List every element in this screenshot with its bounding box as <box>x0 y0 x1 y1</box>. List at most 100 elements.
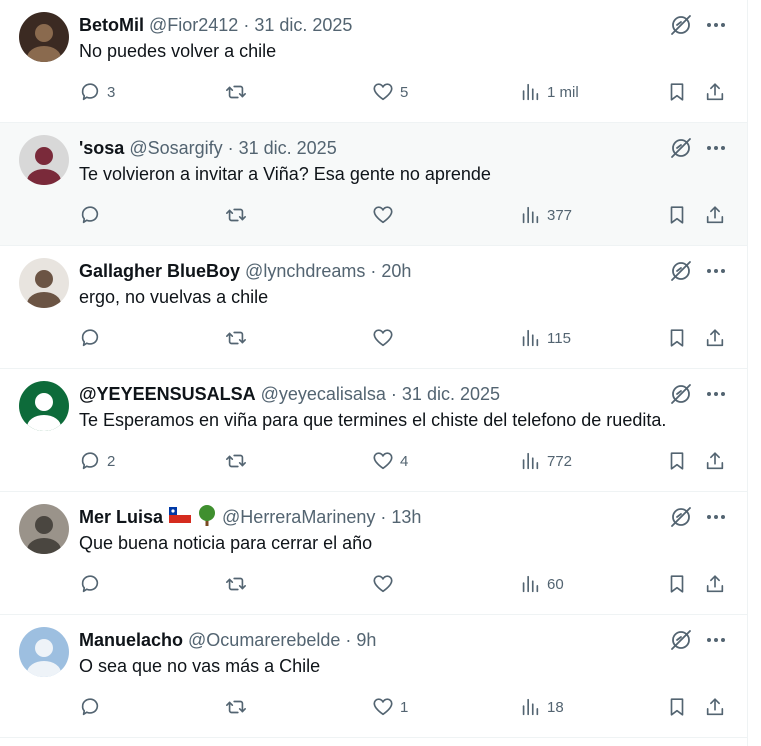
tweet-actions: 60 <box>79 572 739 596</box>
retweet-icon <box>226 700 246 714</box>
tweet[interactable]: BetoMil @Fior2412 · 31 dic. 2025 No pued… <box>0 0 747 123</box>
tweet-text: Te volvieron a invitar a Viña? Esa gente… <box>79 164 491 184</box>
grok-icon[interactable] <box>669 628 693 652</box>
user-handle[interactable]: @Fior2412 <box>149 15 238 36</box>
user-handle[interactable]: @Ocumarerebelde <box>188 630 340 651</box>
like-count: 1 <box>400 698 409 716</box>
more-icon[interactable] <box>704 382 728 406</box>
tweet-date[interactable]: 9h <box>356 630 376 651</box>
reply-button[interactable] <box>79 203 107 227</box>
tweet[interactable]: 'sosa @Sosargify · 31 dic. 2025 Te volvi… <box>0 123 747 246</box>
grok-icon[interactable] <box>669 13 693 37</box>
reply-icon <box>81 452 99 470</box>
like-button[interactable]: 4 <box>372 449 408 473</box>
like-button[interactable]: 1 <box>372 695 408 719</box>
grok-icon[interactable] <box>669 382 693 406</box>
avatar[interactable] <box>19 258 69 308</box>
share-button[interactable] <box>704 572 726 596</box>
bookmark-icon <box>670 206 684 224</box>
bookmark-icon <box>670 329 684 347</box>
display-name[interactable]: Gallagher BlueBoy <box>79 261 240 282</box>
reply-button[interactable] <box>79 695 107 719</box>
bookmark-button[interactable] <box>666 203 688 227</box>
tweet-date[interactable]: 31 dic. 2025 <box>239 138 337 159</box>
share-icon <box>706 698 724 716</box>
share-button[interactable] <box>704 326 726 350</box>
tweet-date[interactable]: 13h <box>391 507 421 528</box>
avatar[interactable] <box>19 135 69 185</box>
share-icon <box>706 329 724 347</box>
views-button[interactable]: 772 <box>519 449 572 473</box>
retweet-button[interactable] <box>225 203 253 227</box>
more-icon[interactable] <box>704 259 728 283</box>
bookmark-button[interactable] <box>666 80 688 104</box>
display-name[interactable]: BetoMil <box>79 15 144 36</box>
bookmark-button[interactable] <box>666 572 688 596</box>
retweet-button[interactable] <box>225 449 253 473</box>
views-button[interactable]: 60 <box>519 572 564 596</box>
tweet-date[interactable]: 20h <box>381 261 411 282</box>
bookmark-button[interactable] <box>666 449 688 473</box>
separator-dot: · <box>345 629 352 650</box>
display-name[interactable]: 'sosa <box>79 138 124 159</box>
tweet-actions: 1 18 <box>79 695 739 719</box>
user-handle[interactable]: @lynchdreams <box>245 261 365 282</box>
more-icon[interactable] <box>704 13 728 37</box>
reply-button[interactable] <box>79 572 107 596</box>
views-button[interactable]: 18 <box>519 695 564 719</box>
avatar[interactable] <box>19 504 69 554</box>
more-icon[interactable] <box>704 505 728 529</box>
grok-icon[interactable] <box>669 136 693 160</box>
retweet-button[interactable] <box>225 572 253 596</box>
like-button[interactable]: 5 <box>372 80 408 104</box>
views-button[interactable]: 115 <box>519 326 571 350</box>
user-handle[interactable]: @yeyecalisalsa <box>261 384 386 405</box>
share-icon <box>706 575 724 593</box>
tweet[interactable]: @YEYEENSUSALSA @yeyecalisalsa · 31 dic. … <box>0 369 747 492</box>
like-button[interactable] <box>372 572 400 596</box>
views-button[interactable]: 1 mil <box>519 80 579 104</box>
bookmark-button[interactable] <box>666 695 688 719</box>
share-button[interactable] <box>704 695 726 719</box>
views-icon <box>522 698 539 716</box>
tweet[interactable]: Gallagher BlueBoy @lynchdreams · 20h erg… <box>0 246 747 369</box>
grok-icon[interactable] <box>669 259 693 283</box>
reply-icon <box>81 329 99 347</box>
display-name[interactable]: Manuelacho <box>79 630 183 651</box>
reply-button[interactable] <box>79 326 107 350</box>
tweet-actions: 115 <box>79 326 739 350</box>
tweet[interactable]: Manuelacho @Ocumarerebelde · 9h O sea qu… <box>0 615 747 738</box>
user-handle[interactable]: @Sosargify <box>129 138 222 159</box>
avatar[interactable] <box>19 627 69 677</box>
like-button[interactable] <box>372 203 400 227</box>
reply-button[interactable]: 2 <box>79 449 115 473</box>
views-count: 1 mil <box>547 83 579 101</box>
share-button[interactable] <box>704 449 726 473</box>
avatar[interactable] <box>19 12 69 62</box>
display-name[interactable]: Mer Luisa <box>79 507 163 528</box>
retweet-button[interactable] <box>225 80 253 104</box>
grok-icon[interactable] <box>669 505 693 529</box>
reply-button[interactable]: 3 <box>79 80 115 104</box>
tweet-header: Gallagher BlueBoy @lynchdreams · 20h <box>79 260 411 282</box>
more-icon[interactable] <box>704 136 728 160</box>
tweet-date[interactable]: 31 dic. 2025 <box>402 384 500 405</box>
user-handle[interactable]: @HerreraMarineny <box>222 507 375 528</box>
share-button[interactable] <box>704 80 726 104</box>
share-button[interactable] <box>704 203 726 227</box>
bookmark-button[interactable] <box>666 326 688 350</box>
views-button[interactable]: 377 <box>519 203 572 227</box>
separator-dot: · <box>370 260 377 281</box>
tweet-header: BetoMil @Fior2412 · 31 dic. 2025 <box>79 14 352 36</box>
tweet-date[interactable]: 31 dic. 2025 <box>254 15 352 36</box>
retweet-button[interactable] <box>225 326 253 350</box>
display-name[interactable]: @YEYEENSUSALSA <box>79 384 256 405</box>
tweet[interactable]: Mer Luisa @HerreraMarineny · 13h Que bue… <box>0 492 747 615</box>
like-button[interactable] <box>372 326 400 350</box>
bookmark-icon <box>670 575 684 593</box>
avatar[interactable] <box>19 381 69 431</box>
views-count: 772 <box>547 452 573 470</box>
more-icon[interactable] <box>704 628 728 652</box>
tweet-header: @YEYEENSUSALSA @yeyecalisalsa · 31 dic. … <box>79 383 500 405</box>
retweet-button[interactable] <box>225 695 253 719</box>
